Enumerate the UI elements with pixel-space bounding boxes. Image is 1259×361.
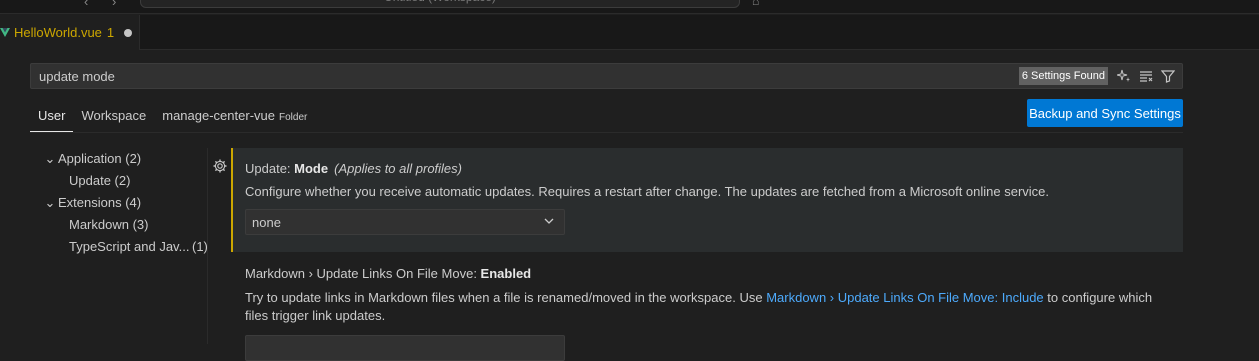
setting-name: Mode [294,161,329,176]
tab-user-label: User [38,108,66,123]
scope-divider [30,132,1183,133]
tab-file-name: HelloWorld.vue [14,25,102,40]
backup-sync-button[interactable]: Backup and Sync Settings [1027,99,1183,127]
folder-tag: Folder [278,112,308,123]
tab-workspace[interactable]: Workspace [73,98,154,132]
command-center[interactable]: Untitled (Workspace) [140,0,740,8]
tab-user[interactable]: User [30,98,74,132]
toc-separator [207,148,208,344]
markdown-links-select[interactable] [245,335,565,361]
tab-folder-label: manage-center-vue [162,108,275,123]
title-bar: ‹ › Untitled (Workspace) ⌂ [0,0,1259,14]
copilot-icon[interactable]: ⌂ [752,0,759,8]
toc-item-markdown[interactable]: Markdown (3) [30,214,210,236]
toc-item-extensions[interactable]: ⌄ Extensions (4) [30,192,210,214]
tab-folder[interactable]: manage-center-vue Folder [154,98,315,132]
update-mode-select[interactable]: none [245,209,565,235]
unsaved-dot-icon[interactable] [124,28,133,37]
chevron-down-icon [544,218,554,224]
results-count-badge: 6 Settings Found [1018,67,1108,85]
toc-count: (4) [125,195,142,210]
description-text: Try to update links in Markdown files wh… [245,290,767,305]
toc-item-update[interactable]: Update (2) [30,170,210,192]
editor-tab-helloworld[interactable]: HelloWorld.vue 1 [0,15,140,50]
sparkle-filter-icon[interactable] [1116,68,1132,84]
settings-search-input[interactable]: update mode 6 Settings Found [30,63,1183,89]
gear-icon[interactable] [212,158,228,174]
setting-markdown-update-links: Markdown › Update Links On File Move: En… [245,266,1183,325]
toc-label: Extensions [58,195,122,210]
setting-name: Enabled [480,266,532,281]
tab-problem-count: 1 [106,25,115,40]
setting-title: Markdown › Update Links On File Move: En… [245,266,1183,281]
setting-category: Markdown › Update Links On File Move: [245,266,481,281]
toc-item-application[interactable]: ⌄ Application (2) [30,148,210,170]
toc-count: (2) [125,151,142,166]
clear-list-icon[interactable] [1138,68,1154,84]
setting-category: Update: [245,161,295,176]
setting-link[interactable]: Markdown › Update Links On File Move: In… [766,290,1043,305]
setting-description: Try to update links in Markdown files wh… [245,289,1165,325]
toc-label: Update [69,173,111,188]
chevron-down-icon: ⌄ [44,195,56,210]
toc-label: TypeScript and Jav... [69,239,190,254]
toc-count: (2) [114,173,131,188]
settings-scope-tabs: User Workspace manage-center-vue Folder [30,98,315,132]
search-query[interactable]: update mode [31,69,1019,84]
vue-icon [0,27,10,37]
toc-label: Markdown [69,217,129,232]
chevron-down-icon: ⌄ [44,151,56,166]
toc-count: (3) [132,217,149,232]
select-value: none [252,214,281,230]
filter-icon[interactable] [1160,68,1176,84]
settings-toc: ⌄ Application (2) Update (2) ⌄ Extensions … [30,148,210,258]
setting-title: Update: Mode (Applies to all profiles) [245,161,462,176]
navigation-arrows[interactable]: ‹ › [84,0,126,9]
setting-description: Configure whether you receive automatic … [245,184,1050,199]
setting-update-mode: Update: Mode (Applies to all profiles) Co… [231,148,1183,252]
toc-count: (1) [192,239,208,254]
tab-workspace-label: Workspace [81,108,147,123]
editor-tab-bar: HelloWorld.vue 1 [0,15,1259,50]
scope-note: (Applies to all profiles) [334,161,462,176]
toc-label: Application [58,151,122,166]
toc-item-typescript[interactable]: TypeScript and Jav... (1) [30,236,210,258]
